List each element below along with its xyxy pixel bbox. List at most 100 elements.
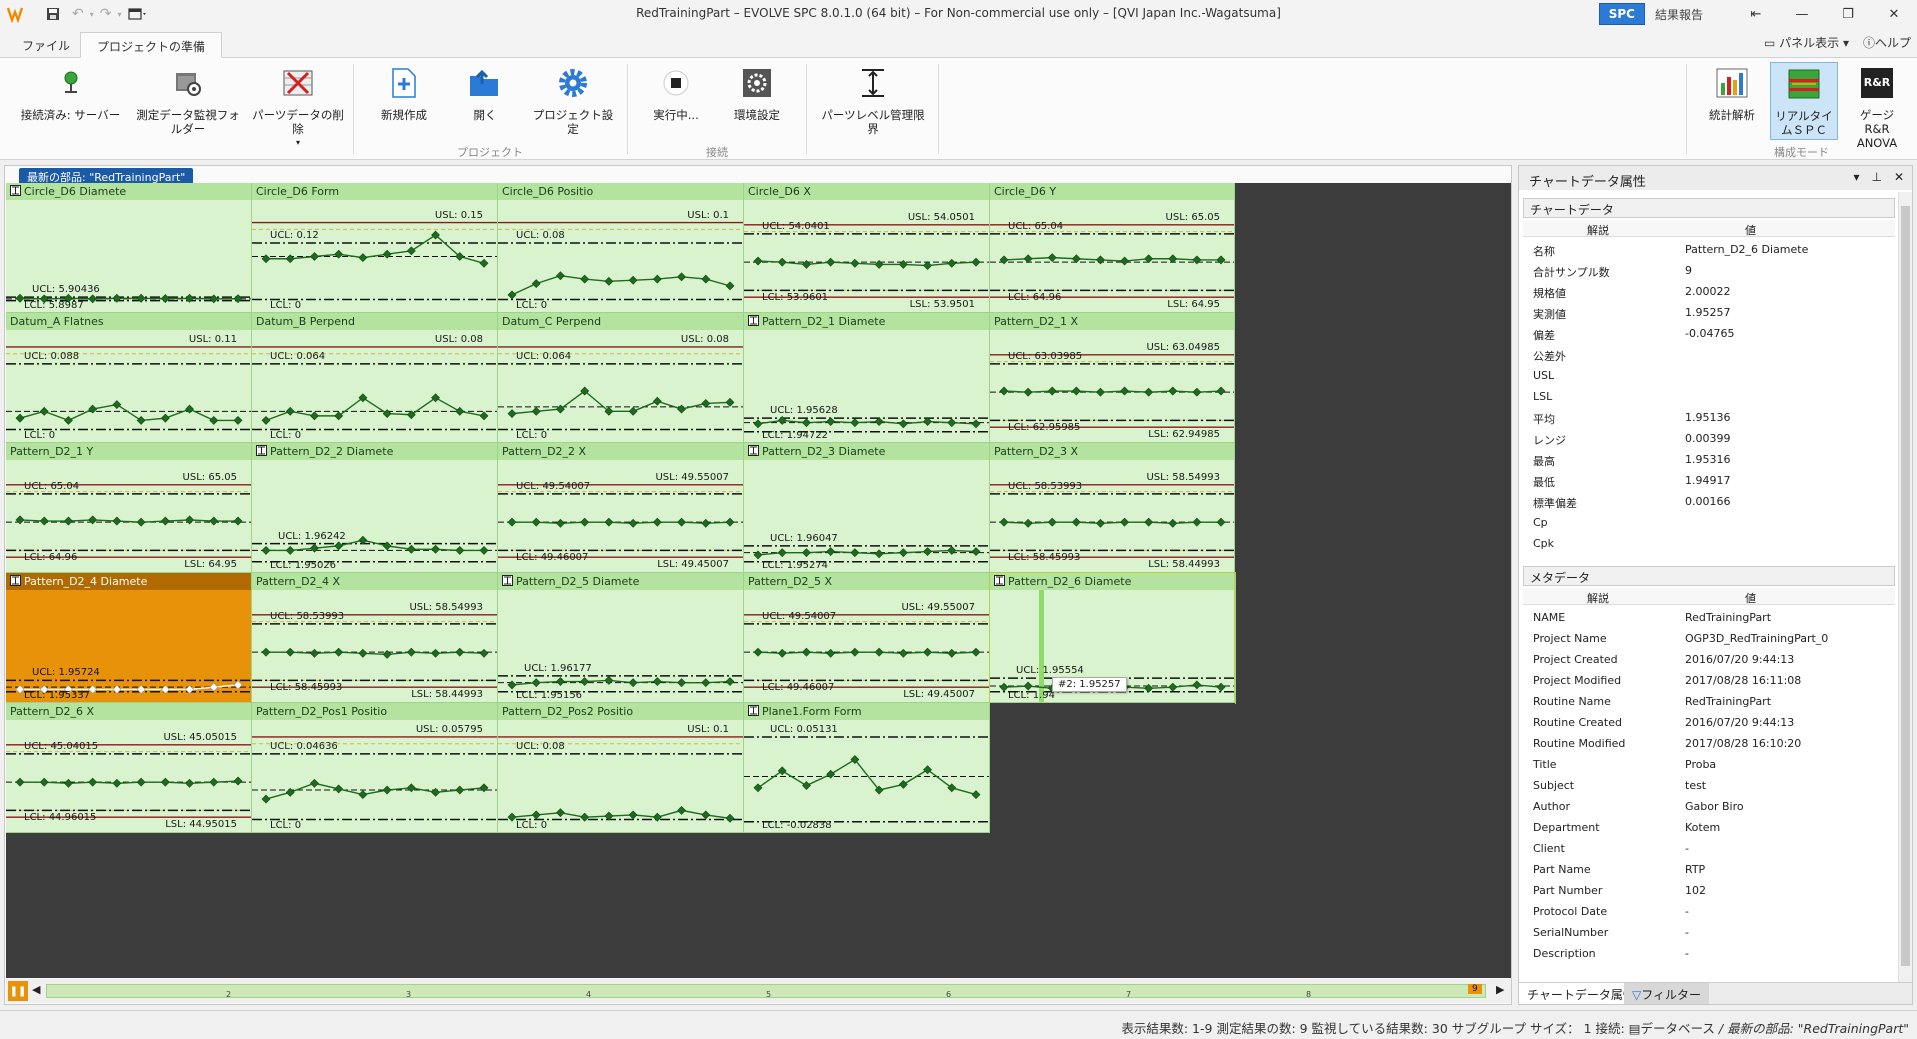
data-point[interactable] (628, 518, 638, 528)
data-point[interactable] (185, 515, 194, 525)
data-point[interactable] (1023, 254, 1033, 264)
undo-dropdown-icon[interactable]: ▾ (90, 10, 94, 19)
data-point[interactable] (1168, 682, 1178, 692)
tab-project-setup[interactable]: プロジェクトの準備 (80, 32, 223, 58)
data-point[interactable] (285, 647, 295, 657)
report-button[interactable]: 結果報告 (1655, 6, 1703, 23)
data-point[interactable] (652, 517, 662, 527)
property-row[interactable]: Description - (1523, 943, 1895, 964)
scroll-thumb[interactable] (1901, 206, 1910, 966)
scroll-left-icon[interactable]: ◀ (32, 983, 40, 996)
data-point[interactable] (971, 419, 981, 429)
data-point[interactable] (185, 778, 194, 788)
data-point[interactable] (874, 549, 884, 559)
data-point[interactable] (1192, 255, 1202, 265)
data-point[interactable] (556, 271, 565, 281)
data-point[interactable] (233, 415, 243, 425)
tab-file[interactable]: ファイル (6, 32, 86, 58)
data-point[interactable] (677, 805, 686, 815)
data-point[interactable] (261, 415, 271, 425)
data-point[interactable] (406, 783, 416, 793)
data-point[interactable] (677, 517, 686, 527)
data-point[interactable] (947, 418, 957, 428)
data-point[interactable] (160, 294, 170, 303)
control-chart[interactable]: Circle_D6 X UCL: 54.0401 USL: 54.0501 LCL: … (744, 183, 990, 313)
property-row[interactable]: SerialNumber - (1523, 922, 1895, 943)
property-row[interactable]: Routine Name RedTrainingPart (1523, 691, 1895, 712)
control-chart[interactable]: Pattern_D2_6 Diamete UCL: 1.95554 LCL: 1.9… (989, 572, 1236, 704)
property-row[interactable]: 偏差 -0.04765 (1523, 323, 1895, 344)
property-row[interactable]: 標準偏差 0.00166 (1523, 491, 1895, 512)
data-point[interactable] (64, 778, 73, 788)
data-point[interactable] (531, 406, 541, 416)
data-point[interactable] (1192, 517, 1202, 527)
data-point[interactable] (406, 647, 416, 657)
pause-button[interactable]: ❚❚ (8, 981, 28, 1001)
data-point[interactable] (1096, 518, 1105, 528)
data-point[interactable] (701, 274, 711, 284)
data-point[interactable] (261, 545, 271, 555)
control-chart[interactable]: Pattern_D2_5 X UCL: 49.54007 USL: 49.55007… (744, 573, 990, 703)
data-point[interactable] (971, 647, 981, 657)
data-point[interactable] (556, 518, 565, 528)
data-point[interactable] (160, 413, 170, 423)
data-point[interactable] (725, 677, 735, 686)
data-point[interactable] (334, 541, 344, 551)
data-point[interactable] (652, 396, 662, 406)
data-point[interactable] (628, 406, 638, 416)
data-point[interactable] (382, 249, 392, 259)
control-chart[interactable]: Pattern_D2_3 X UCL: 58.53993 USL: 58.54993… (990, 443, 1235, 573)
property-row[interactable]: Client - (1523, 838, 1895, 859)
data-point[interactable] (15, 413, 25, 423)
data-point[interactable] (999, 682, 1009, 692)
data-point[interactable] (604, 276, 614, 286)
property-row[interactable]: Subject test (1523, 775, 1895, 796)
control-chart[interactable]: Pattern_D2_6 X UCL: 45.04015 USL: 45.05015… (6, 703, 252, 833)
data-point[interactable] (15, 515, 25, 525)
property-row[interactable]: Routine Created 2016/07/20 9:44:13 (1523, 712, 1895, 733)
control-chart[interactable]: Pattern_D2_1 X UCL: 63.03985 USL: 63.04985… (990, 313, 1235, 443)
data-point[interactable] (1216, 386, 1226, 396)
data-point[interactable] (88, 404, 98, 414)
data-point[interactable] (898, 648, 908, 658)
data-point[interactable] (334, 784, 344, 794)
property-row[interactable]: Routine Modified 2017/08/28 16:10:20 (1523, 733, 1895, 754)
property-row[interactable]: 最低 1.94917 (1523, 470, 1895, 491)
property-row[interactable]: Author Gabor Biro (1523, 796, 1895, 817)
data-point[interactable] (628, 678, 638, 688)
data-point[interactable] (64, 415, 73, 425)
panel-scrollbar[interactable] (1898, 192, 1912, 982)
data-point[interactable] (507, 409, 517, 419)
data-point[interactable] (406, 544, 416, 554)
data-point[interactable] (479, 258, 489, 268)
data-point[interactable] (971, 547, 981, 556)
data-point[interactable] (160, 777, 170, 787)
data-point[interactable] (112, 778, 122, 788)
data-point[interactable] (310, 778, 319, 788)
maximize-button[interactable]: ❐ (1825, 0, 1871, 28)
control-chart[interactable]: Datum_B Perpend USL: 0.08 UCL: 0.064 LCL: 0 (252, 313, 498, 443)
pin-icon[interactable]: ⇤ (1733, 0, 1779, 28)
data-point[interactable] (1216, 255, 1226, 265)
data-point[interactable] (701, 678, 711, 688)
data-point[interactable] (358, 648, 368, 658)
gage-rr-button[interactable]: R&R ゲージ R&R ANOVA (1844, 66, 1910, 150)
data-point[interactable] (1144, 254, 1154, 264)
control-chart[interactable]: Pattern_D2_1 Diamete UCL: 1.95628 LCL: 1.9… (744, 313, 990, 443)
data-point[interactable] (1168, 254, 1178, 264)
property-row[interactable]: 合計サンプル数 9 (1523, 260, 1895, 281)
data-point[interactable] (1120, 256, 1129, 266)
control-chart[interactable]: Pattern_D2_5 Diamete UCL: 1.96177 LCL: 1.9… (498, 573, 744, 703)
control-chart[interactable]: Pattern_D2_3 Diamete UCL: 1.96047 LCL: 1.9… (744, 443, 990, 573)
data-point[interactable] (604, 675, 614, 685)
data-point[interactable] (479, 783, 489, 793)
property-row[interactable]: Cp (1523, 512, 1895, 533)
data-point[interactable] (898, 548, 908, 558)
data-point[interactable] (999, 517, 1009, 527)
data-point[interactable] (850, 418, 860, 428)
data-point[interactable] (209, 777, 219, 787)
data-point[interactable] (479, 545, 489, 555)
data-point[interactable] (777, 648, 787, 658)
data-point[interactable] (285, 545, 295, 555)
data-point[interactable] (604, 517, 614, 527)
